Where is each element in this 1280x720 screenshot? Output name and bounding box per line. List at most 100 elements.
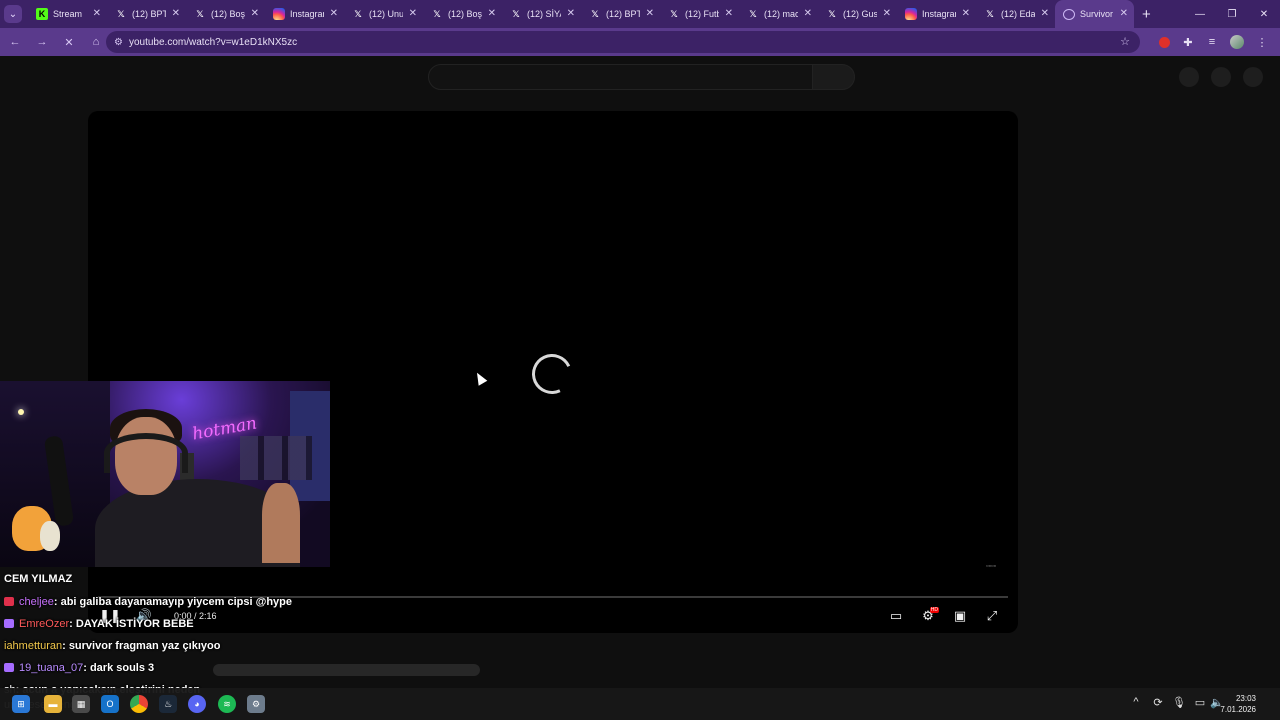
- screen: ⌄ KStream✕ 𝕏 (12) BPT ✕ 𝕏 (12) Boşp ✕ Instagram…: [0, 0, 1280, 720]
- x-icon: 𝕏: [433, 8, 441, 19]
- outlook-icon[interactable]: O: [101, 695, 119, 713]
- browser-tab[interactable]: K Stream ✕: [28, 0, 107, 28]
- system-clock[interactable]: 23:03 7.01.2026: [1220, 693, 1256, 715]
- chat-message: EmreOzer: DAYAK İSTİYOR BEBE: [4, 618, 194, 630]
- sync-icon[interactable]: ⟳: [1150, 696, 1166, 709]
- tab-title: (12) Futb: [685, 9, 719, 19]
- back-button[interactable]: ←: [3, 30, 27, 54]
- browser-tab[interactable]: 𝕏 (12) Edar ✕: [976, 0, 1055, 28]
- browser-tab[interactable]: 𝕏 (12) SİYA ✕: [502, 0, 581, 28]
- toolbar-actions: ✚ ≡ ⋮: [1153, 30, 1274, 54]
- browser-tab[interactable]: 𝕏 (12) Boşp ✕: [186, 0, 265, 28]
- browser-tab[interactable]: 𝕏 (12) BPT ✕: [107, 0, 186, 28]
- windows-taskbar: ⊞ ▬ ▦ O ♨ ◕ ≋ ⚙ ^ ⟳ 🎙 ▭ 🔈 23:03 7.01.202…: [0, 688, 1280, 720]
- tab-title: Instagram: [290, 9, 324, 19]
- hd-badge: HD: [929, 607, 939, 613]
- tab-title: (12) Boşp: [448, 9, 482, 19]
- tray-overflow-icon[interactable]: ^: [1128, 696, 1144, 708]
- x-icon: 𝕏: [354, 8, 362, 19]
- profile-avatar[interactable]: [1230, 35, 1244, 49]
- extension-icon[interactable]: [1159, 36, 1170, 48]
- x-icon: 𝕏: [196, 8, 204, 19]
- minimize-button[interactable]: —: [1184, 0, 1216, 28]
- stop-loading-button[interactable]: ✕: [57, 30, 81, 54]
- address-bar[interactable]: ⚙ youtube.com/watch?v=w1eD1kNX5zc ☆: [106, 31, 1140, 53]
- tab-close-icon[interactable]: ✕: [172, 8, 180, 19]
- instagram-icon: [905, 8, 917, 20]
- steam-icon[interactable]: ♨: [159, 695, 177, 713]
- clock-date: 7.01.2026: [1220, 705, 1256, 714]
- browser-tab[interactable]: 𝕏 (12) Boşp ✕: [423, 0, 502, 28]
- start-icon[interactable]: ⊞: [12, 695, 30, 713]
- close-window-button[interactable]: ✕: [1248, 0, 1280, 28]
- youtube-search-button[interactable]: [812, 64, 855, 90]
- streamer-name: CEM YILMAZ: [4, 573, 73, 585]
- theater-mode-icon[interactable]: ▣: [949, 607, 971, 625]
- account-avatar[interactable]: [1243, 67, 1263, 87]
- fullscreen-icon[interactable]: ⤢: [981, 607, 1003, 625]
- media-controls-icon[interactable]: ≡: [1200, 30, 1224, 54]
- tab-close-icon[interactable]: ✕: [93, 8, 101, 19]
- tab-close-icon[interactable]: ✕: [883, 8, 891, 19]
- tab-close-icon[interactable]: ✕: [725, 8, 733, 19]
- kick-icon: K: [36, 8, 48, 20]
- tab-search-button[interactable]: ⌄: [4, 5, 22, 23]
- chat-message: 19_tuana_07: dark souls 3: [4, 662, 154, 674]
- tab-close-icon[interactable]: ✕: [804, 8, 812, 19]
- browser-tab[interactable]: 𝕏 (12) Unu ✕: [344, 0, 423, 28]
- calculator-icon[interactable]: ▦: [72, 695, 90, 713]
- tab-close-icon[interactable]: ✕: [646, 8, 654, 19]
- title-skeleton: [213, 664, 480, 676]
- chat-username: iahmetturan: [4, 640, 63, 652]
- tab-close-icon[interactable]: ✕: [1041, 8, 1049, 19]
- forward-button[interactable]: →: [30, 30, 54, 54]
- settings-icon[interactable]: ⚙: [247, 695, 265, 713]
- tab-close-icon[interactable]: ✕: [1120, 8, 1128, 19]
- x-icon: 𝕏: [986, 8, 994, 19]
- browser-tab[interactable]: Instagram ✕: [897, 0, 976, 28]
- loading-spinner-icon: [526, 348, 578, 400]
- site-info-icon[interactable]: ⚙: [114, 37, 123, 48]
- extensions-puzzle-icon[interactable]: ✚: [1176, 30, 1200, 54]
- tab-title: (12) SİYA: [527, 9, 561, 19]
- tab-title: (12) BPT: [606, 9, 640, 19]
- browser-menu-icon[interactable]: ⋮: [1250, 30, 1274, 54]
- tab-close-icon[interactable]: ✕: [330, 8, 338, 19]
- chat-badge-icon: [4, 597, 14, 606]
- browser-tab[interactable]: 𝕏 (12) mac ✕: [739, 0, 818, 28]
- browser-tab[interactable]: 𝕏 (12) Futb ✕: [660, 0, 739, 28]
- browser-toolbar: ← → ✕ ⌂ ⚙ youtube.com/watch?v=w1eD1kNX5z…: [0, 28, 1280, 56]
- chat-username: 19_tuana_07: [19, 662, 84, 674]
- bookmark-star-icon[interactable]: ☆: [1120, 35, 1130, 48]
- microphone-icon[interactable]: 🎙: [1171, 696, 1187, 709]
- chrome-icon[interactable]: [130, 695, 148, 713]
- spotify-icon[interactable]: ≋: [218, 695, 236, 713]
- tab-close-icon[interactable]: ✕: [567, 8, 575, 19]
- home-button[interactable]: ⌂: [84, 30, 108, 54]
- settings-gear-icon[interactable]: ⚙ HD: [917, 607, 939, 625]
- browser-tab[interactable]: 𝕏 (12) Gus ✕: [818, 0, 897, 28]
- browser-tabstrip: ⌄ KStream✕ 𝕏 (12) BPT ✕ 𝕏 (12) Boşp ✕ Instagram…: [0, 0, 1280, 28]
- tab-close-icon[interactable]: ✕: [488, 8, 496, 19]
- create-icon[interactable]: [1179, 67, 1199, 87]
- chat-message: cheljee: abi galiba dayanamayıp yiycem c…: [4, 596, 292, 608]
- browser-tab[interactable]: Instagram ✕: [265, 0, 344, 28]
- subtitles-icon[interactable]: ▭: [885, 607, 907, 625]
- tab-close-icon[interactable]: ✕: [962, 8, 970, 19]
- browser-tab[interactable]: Survivor ✕: [1055, 0, 1134, 28]
- chat-text: : dark souls 3: [83, 662, 155, 674]
- youtube-search-input[interactable]: [428, 64, 813, 90]
- notifications-icon[interactable]: [1211, 67, 1231, 87]
- browser-tab[interactable]: 𝕏 (12) BPT ✕: [581, 0, 660, 28]
- network-icon[interactable]: ▭: [1192, 696, 1208, 709]
- tab-close-icon[interactable]: ✕: [251, 8, 259, 19]
- new-tab-button[interactable]: +: [1142, 6, 1151, 23]
- tab-title: (12) BPT: [132, 9, 166, 19]
- tab-close-icon[interactable]: ✕: [409, 8, 417, 19]
- webcam-overlay: hotman: [0, 381, 330, 567]
- restore-button[interactable]: ❐: [1216, 0, 1248, 28]
- file-explorer-icon[interactable]: ▬: [44, 695, 62, 713]
- tab-title: (12) mac: [764, 9, 798, 19]
- discord-icon[interactable]: ◕: [188, 695, 206, 713]
- youtube-loading-icon: [1063, 8, 1075, 20]
